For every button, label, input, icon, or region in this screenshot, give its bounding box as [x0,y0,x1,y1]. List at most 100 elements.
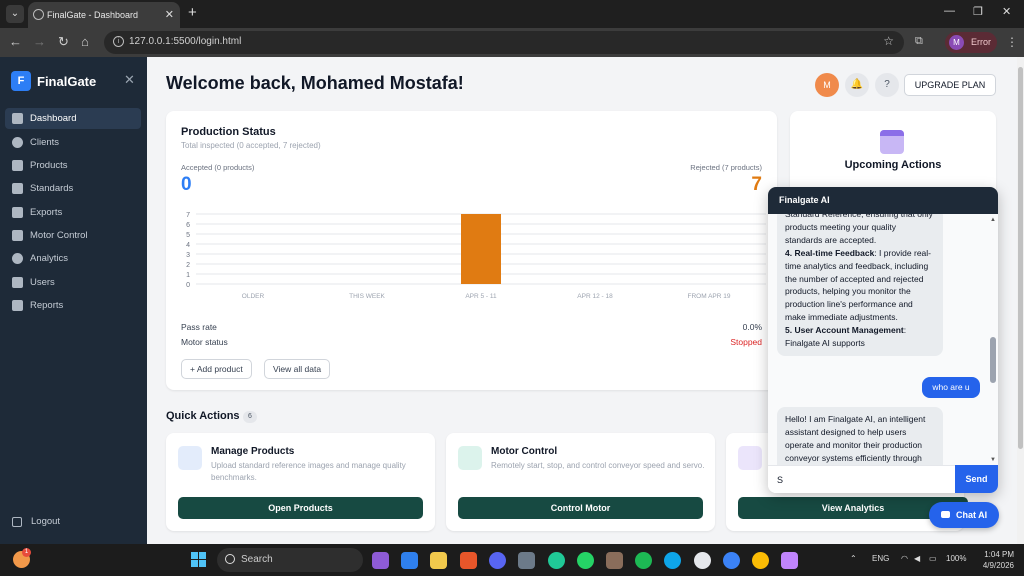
profile-avatar: M [949,35,964,50]
page-scrollbar[interactable] [1017,57,1024,544]
whatsapp-icon[interactable] [577,552,594,569]
send-button[interactable]: Send [955,465,998,493]
forward-icon[interactable]: → [33,34,46,49]
sidebar-item-users[interactable]: Users [5,272,141,293]
sidebar-item-analytics[interactable]: Analytics [5,248,141,269]
new-tab-button[interactable]: + [188,4,197,21]
upgrade-plan-button[interactable]: UPGRADE PLAN [904,74,996,96]
tab-search-button[interactable]: ⌄ [6,5,24,23]
url-text[interactable]: 127.0.0.1:5500/login.html [129,36,241,47]
minimize-icon[interactable]: — [944,5,955,17]
y-tick-label: 2 [186,262,190,269]
taskbar-search[interactable]: Search [217,548,363,572]
vscode-icon[interactable] [401,552,418,569]
box-icon [12,160,23,171]
quick-actions-count: 6 [243,411,257,423]
help-icon[interactable]: ? [875,73,899,97]
extensions-icon[interactable]: ⧉ [915,35,923,48]
clock[interactable]: 1:04 PM 4/9/2026 [974,549,1014,571]
chat-ai-launcher[interactable]: Chat AI [929,502,999,528]
game-controller-icon[interactable] [518,552,535,569]
profile-error-button[interactable]: M Error [945,32,997,53]
file-explorer-icon[interactable] [430,552,447,569]
back-icon[interactable]: ← [9,34,22,49]
restore-icon[interactable]: ❐ [973,5,983,18]
sidebar-item-products[interactable]: Products [5,155,141,176]
spotify-icon[interactable] [635,552,652,569]
sidebar-close-icon[interactable]: ✕ [124,72,135,88]
list-bold: User Account Management [794,325,904,336]
logout-button[interactable]: Logout [12,516,60,527]
discord-icon[interactable] [489,552,506,569]
user-avatar[interactable]: M [815,73,839,97]
chat-messages[interactable]: Standard Reference, ensuring that only p… [768,214,998,465]
chat-input[interactable]: S [768,465,955,493]
copilot-icon[interactable] [781,552,798,569]
logo: F [11,71,31,91]
upcoming-title: Upcoming Actions [844,159,942,171]
chat-scrollbar-thumb[interactable] [990,337,996,383]
wordpress-icon[interactable] [694,552,711,569]
open-products-button[interactable]: Open Products [178,497,423,519]
users-icon [12,137,23,148]
sidebar-item-dashboard[interactable]: Dashboard [5,108,141,129]
scroll-up-icon[interactable]: ▲ [990,217,996,223]
bookmark-star-icon[interactable]: ☆ [883,34,894,48]
tray-chevron-icon[interactable]: ⌃ [850,554,857,563]
sidebar-item-motor-control[interactable]: Motor Control [5,225,141,246]
motor-status-row: Motor status Stopped [181,337,762,347]
search-icon [225,554,235,564]
pass-rate-label: Pass rate [181,322,217,332]
browser-toolbar: ← → ↻ ⌂ i 127.0.0.1:5500/login.html ☆ ⧉ … [0,28,1024,57]
battery-icon[interactable]: ▭ [929,554,937,563]
sidebar-item-clients[interactable]: Clients [5,132,141,153]
bell-icon[interactable]: 🔔 [845,73,869,97]
image-icon [12,183,23,194]
sidebar-item-label: Clients [30,137,60,148]
sidebar-item-exports[interactable]: Exports [5,202,141,223]
site-info-icon[interactable]: i [113,36,124,47]
windows-start-icon[interactable] [191,552,207,568]
browser-tab[interactable]: FinalGate - Dashboard ✕ [28,2,180,28]
user-list-icon [12,277,23,288]
page-scrollbar-thumb[interactable] [1018,67,1023,449]
browser-menu-icon[interactable]: ⋮ [1006,35,1018,49]
wifi-icon[interactable]: ◠ [901,554,908,563]
chat-scrollbar[interactable]: ▲ ▼ [990,217,996,463]
language-indicator[interactable]: ENG [872,554,889,563]
production-status-card: Production Status Total inspected (0 acc… [166,111,777,390]
close-window-icon[interactable]: ✕ [1002,5,1011,18]
list-text: : I provide real-time analytics and feed… [785,247,932,323]
chrome-icon[interactable] [752,552,769,569]
sidebar: F FinalGate ✕ Dashboard Clients Products… [0,57,147,544]
quick-actions-title: Quick Actions [166,410,240,422]
volume-icon[interactable]: ◀ [914,554,920,563]
app-icon[interactable] [723,552,740,569]
document-icon [178,446,202,470]
view-all-data-button[interactable]: View all data [264,359,331,379]
bot-list-item: 5. User Account Management: Finalgate AI… [785,324,935,350]
reload-icon[interactable]: ↻ [58,34,69,50]
visual-studio-icon[interactable] [372,552,389,569]
brave-icon[interactable] [460,552,477,569]
tab-title: FinalGate - Dashboard [47,10,139,20]
scroll-down-icon[interactable]: ▼ [990,457,996,463]
chat-panel: Finalgate AI Standard Reference, ensurin… [768,187,998,493]
chatgpt-icon[interactable] [548,552,565,569]
quick-action-desc: Remotely start, stop, and control convey… [491,461,705,470]
sidebar-item-reports[interactable]: Reports [5,295,141,316]
rejected-label: Rejected (7 products) [690,163,762,172]
x-tick-label: APR 12 - 18 [577,293,613,300]
sidebar-item-standards[interactable]: Standards [5,178,141,199]
bot-message: Hello! I am Finalgate AI, an intelligent… [777,407,943,465]
photo-app-icon[interactable] [606,552,623,569]
address-bar[interactable]: i 127.0.0.1:5500/login.html ☆ [104,31,904,54]
logout-icon [12,517,22,527]
edge-icon[interactable] [664,552,681,569]
close-tab-icon[interactable]: ✕ [165,2,174,28]
factory-icon [458,446,482,470]
add-product-button[interactable]: + Add product [181,359,252,379]
taskbar-search-label: Search [241,554,273,565]
home-icon[interactable]: ⌂ [81,34,89,49]
control-motor-button[interactable]: Control Motor [458,497,703,519]
